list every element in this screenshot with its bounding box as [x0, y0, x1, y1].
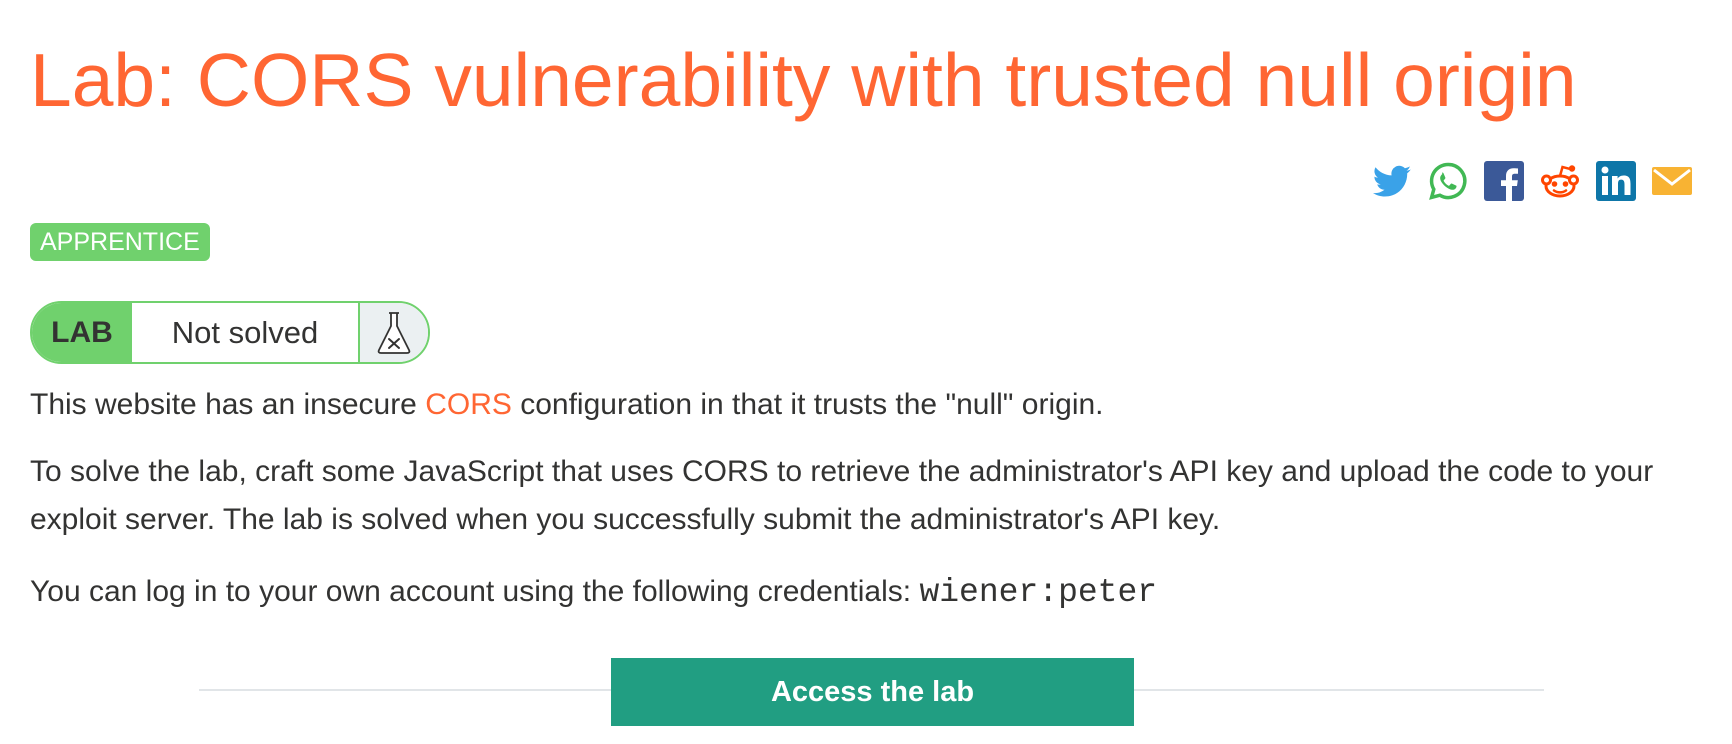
description-text: configuration in that it trusts the "nul… — [511, 388, 1104, 421]
flask-icon — [360, 303, 428, 362]
lab-status-text: Not solved — [132, 303, 360, 362]
access-lab-button[interactable]: Access the lab — [611, 658, 1134, 726]
difficulty-badge: APPRENTICE — [30, 223, 210, 261]
lab-tag: LAB — [32, 303, 132, 362]
lab-status-widget: LAB Not solved — [30, 301, 430, 364]
description-text: This website has an insecure — [30, 388, 426, 421]
credentials-label: You can log in to your own account using… — [30, 575, 920, 608]
social-share-bar — [1371, 160, 1693, 202]
credentials-value: wiener:peter — [919, 574, 1158, 611]
whatsapp-icon[interactable] — [1427, 160, 1469, 202]
page-title: Lab: CORS vulnerability with trusted nul… — [30, 38, 1577, 122]
description-intro: This website has an insecure CORS config… — [30, 381, 1104, 429]
description-instructions: To solve the lab, craft some JavaScript … — [30, 455, 1654, 536]
cors-link[interactable]: CORS — [425, 388, 512, 421]
reddit-icon[interactable] — [1539, 160, 1581, 202]
email-icon[interactable] — [1651, 160, 1693, 202]
description-credentials: You can log in to your own account using… — [30, 568, 1157, 617]
twitter-icon[interactable] — [1371, 160, 1413, 202]
linkedin-icon[interactable] — [1595, 160, 1637, 202]
facebook-icon[interactable] — [1483, 160, 1525, 202]
